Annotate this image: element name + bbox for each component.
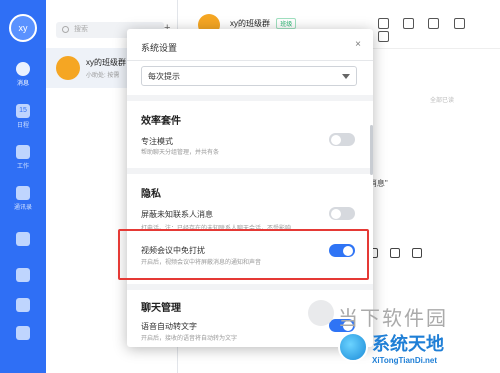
chevron-down-icon (342, 74, 350, 79)
notify-select-value: 每次提示 (148, 72, 180, 81)
apps-icon (16, 145, 30, 159)
watermark-text: 当下软件园 (338, 308, 448, 330)
mail-icon (16, 326, 30, 340)
watermark-logo (308, 300, 334, 326)
block-unknown-label: 屏蔽未知联系人消息 (141, 210, 213, 219)
voice-to-text-desc: 开启后，接收的语音将自动转为文字 (141, 336, 238, 342)
cloud-icon (16, 298, 30, 312)
calendar-icon[interactable] (428, 18, 440, 29)
globe-icon (338, 332, 368, 362)
focus-mode-desc: 帮助聊天分组管理，并共有条 (141, 150, 220, 156)
conversation-name: xy的班级群 (86, 58, 126, 67)
section-privacy: 隐私 (141, 189, 161, 200)
video-icon[interactable] (453, 18, 465, 29)
read-status: 全部已读 (430, 98, 455, 104)
input-toolbar (368, 248, 432, 260)
watermark-brand: 系统天地 XiTongTianDi.net (338, 330, 498, 370)
nav-work[interactable]: 工作 (0, 145, 46, 170)
nav-mail[interactable] (0, 326, 46, 342)
image-icon[interactable] (412, 248, 423, 258)
group-tag: 班级 (276, 18, 297, 29)
nav-contacts-label: 通讯录 (13, 205, 32, 211)
dialog-title: 系统设置 (141, 43, 178, 53)
nav-calendar[interactable]: 15 日程 (0, 104, 46, 129)
section-chat-management: 聊天管理 (141, 303, 181, 314)
user-avatar[interactable]: xy (9, 14, 37, 42)
block-unknown-toggle[interactable] (329, 207, 355, 220)
nav-calendar-label: 日程 (16, 123, 29, 129)
file-icon[interactable] (390, 248, 401, 258)
watermark-brand-name: 系统天地 (372, 334, 444, 354)
conversation-preview: 小助处: 按需 (86, 73, 120, 79)
dialog-divider (127, 60, 373, 61)
section-efficiency: 效率套件 (141, 116, 181, 127)
section-separator (127, 95, 373, 101)
section-separator (127, 168, 373, 174)
watermark-brand-url: XiTongTianDi.net (372, 356, 438, 365)
app-sidebar: xy 消息 15 日程 工作 通讯录 (0, 0, 46, 373)
phone-icon (16, 268, 30, 282)
contacts-icon (16, 186, 30, 200)
voice-to-text-label: 语音自动转文字 (141, 322, 197, 331)
settings-dialog: 系统设置 × 每次提示 效率套件 专注模式 帮助聊天分组管理，并共有条 隐私 屏… (127, 29, 373, 347)
focus-mode-toggle[interactable] (329, 133, 355, 146)
nav-cloud[interactable] (0, 298, 46, 314)
nav-contacts[interactable]: 通讯录 (0, 186, 46, 211)
announce-icon[interactable] (378, 18, 389, 29)
nav-work-label: 工作 (16, 164, 29, 170)
group-avatar (56, 56, 80, 80)
nav-messages[interactable]: 消息 (0, 62, 46, 87)
chat-title: xy的班级群 班级 (230, 18, 297, 29)
section-separator (127, 284, 373, 290)
calendar-icon: 15 (16, 104, 30, 118)
history-icon[interactable] (403, 18, 415, 29)
nav-docs[interactable] (0, 232, 46, 248)
docs-icon (16, 232, 30, 246)
chat-icon (16, 62, 30, 76)
focus-mode-label: 专注模式 (141, 137, 173, 146)
notify-select[interactable]: 每次提示 (141, 66, 357, 86)
chat-title-text: xy的班级群 (230, 19, 270, 28)
search-icon (62, 26, 69, 33)
close-icon[interactable]: × (355, 39, 361, 50)
more-icon[interactable] (378, 31, 389, 42)
nav-messages-label: 消息 (16, 81, 29, 87)
highlight-box (118, 229, 369, 280)
chat-toolbar (378, 18, 500, 44)
nav-phone[interactable] (0, 268, 46, 284)
dialog-scrollbar[interactable] (370, 125, 373, 175)
